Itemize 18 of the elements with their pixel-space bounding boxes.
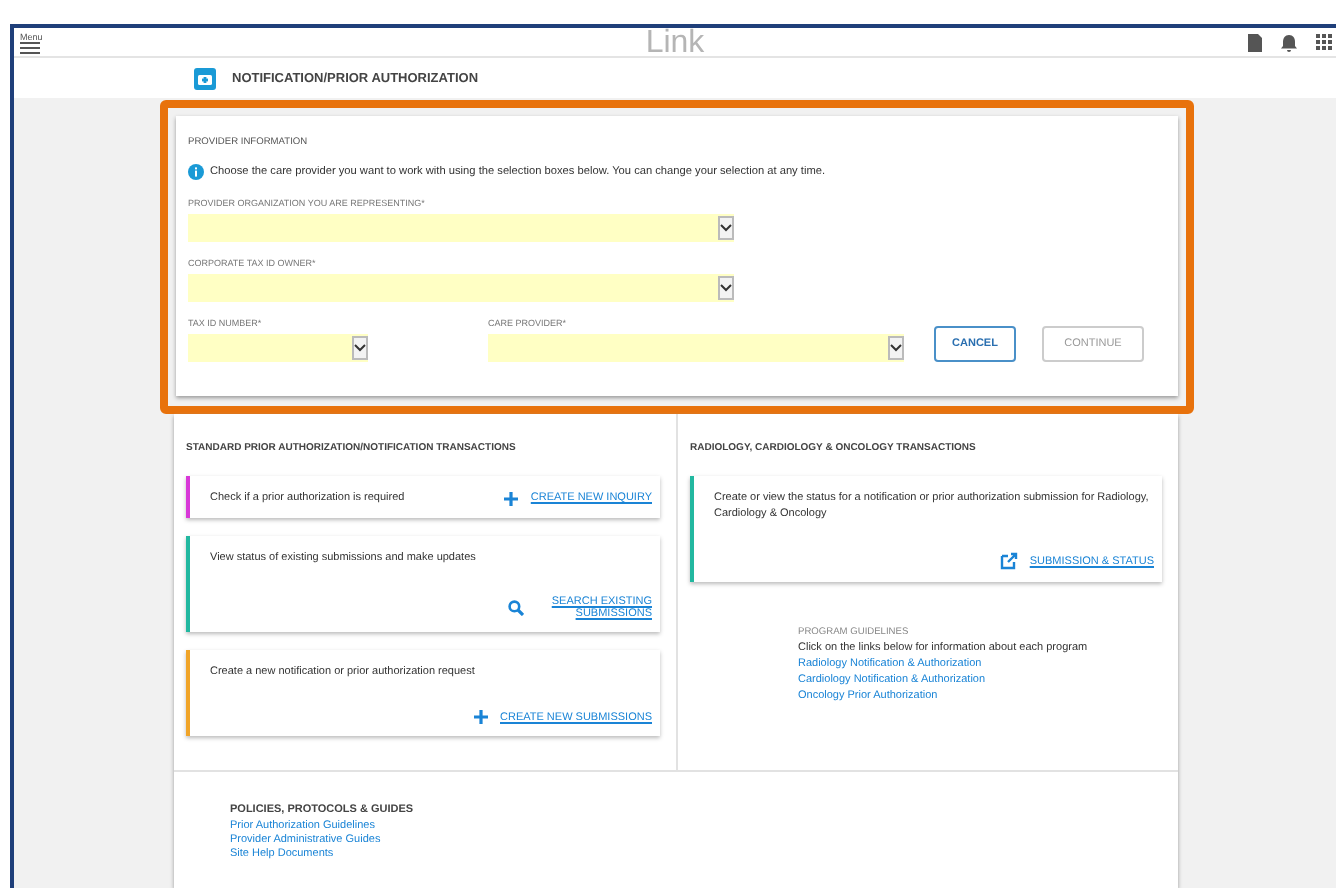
dropdown-field[interactable] [188, 274, 734, 302]
search-icon [508, 600, 524, 616]
apps-icon[interactable] [1316, 34, 1332, 51]
dropdown-field[interactable] [488, 334, 904, 362]
plus-icon [474, 710, 488, 724]
dropdown-field[interactable] [188, 214, 734, 242]
plus-icon [504, 491, 519, 505]
external-link-icon [999, 552, 1018, 570]
chevron-down-icon [720, 284, 732, 292]
chevron-down-icon [890, 344, 902, 352]
logo: Link [645, 26, 705, 62]
chevron-down-icon [354, 344, 366, 352]
document-icon[interactable] [1248, 33, 1262, 52]
medical-kit-icon [194, 67, 216, 90]
bell-icon[interactable] [1280, 33, 1298, 52]
info-icon [188, 164, 204, 180]
dropdown-field[interactable] [188, 334, 368, 362]
chevron-down-icon [720, 224, 732, 232]
